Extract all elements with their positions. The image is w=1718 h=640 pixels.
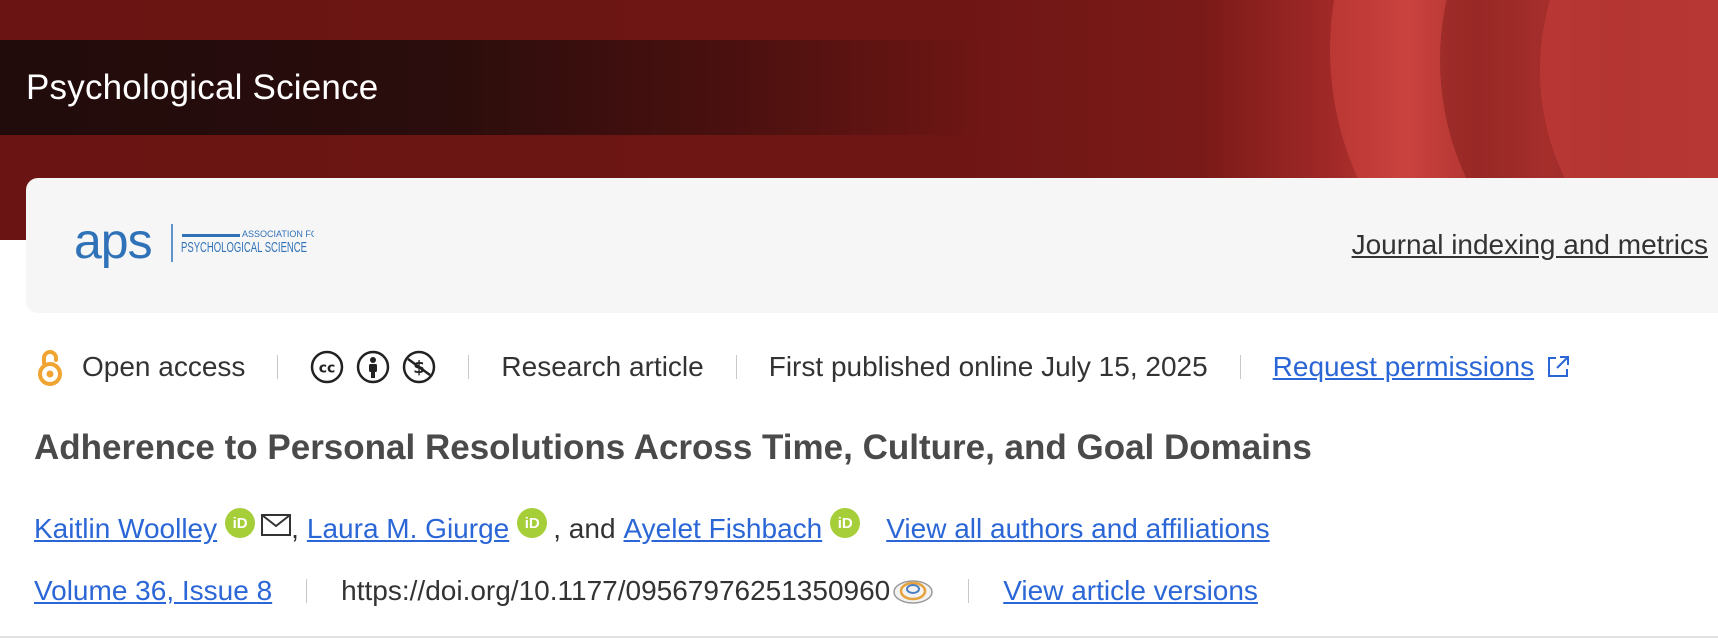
orcid-icon[interactable]: iD (225, 508, 256, 538)
doi-text[interactable]: https://doi.org/10.1177/0956797625135096… (341, 575, 890, 607)
svg-text:aps: aps (74, 218, 152, 268)
svg-text:cc: cc (319, 361, 336, 377)
svg-text:ASSOCIATION FOR: ASSOCIATION FOR (242, 229, 314, 239)
volume-row: Volume 36, Issue 8 https://doi.org/10.11… (34, 575, 1258, 607)
article-meta-row: Open access cc $ Research article First … (36, 345, 1572, 389)
author-separator: , and (553, 513, 616, 544)
author-separator: , (291, 513, 299, 544)
author-link[interactable]: Kaitlin Woolley (34, 513, 217, 545)
article-title: Adherence to Personal Resolutions Across… (34, 428, 1312, 467)
divider (968, 579, 970, 603)
authors-row: Kaitlin Woolley iD , Laura M. Giurge iD … (34, 508, 1270, 545)
divider (277, 355, 279, 379)
orcid-icon[interactable]: iD (517, 508, 548, 538)
open-access-icon (36, 348, 64, 386)
aps-logo[interactable]: aps ASSOCIATION FOR PSYCHOLOGICAL SCIENC… (74, 218, 314, 268)
author-link[interactable]: Ayelet Fishbach (624, 513, 823, 545)
view-article-versions-link[interactable]: View article versions (1003, 575, 1258, 607)
journal-title[interactable]: Psychological Science (26, 68, 378, 108)
journal-indexing-link[interactable]: Journal indexing and metrics (1352, 229, 1708, 261)
orcid-icon[interactable]: iD (830, 508, 861, 538)
open-access-label: Open access (82, 351, 246, 382)
request-permissions-link[interactable]: Request permissions (1273, 351, 1534, 383)
divider (468, 355, 470, 379)
volume-issue-link[interactable]: Volume 36, Issue 8 (34, 575, 272, 607)
author-link[interactable]: Laura M. Giurge (307, 513, 509, 545)
section-divider (0, 636, 1718, 638)
svg-text:PSYCHOLOGICAL SCIENCE: PSYCHOLOGICAL SCIENCE (181, 239, 307, 256)
divider (1239, 355, 1241, 379)
publication-date: First published online July 15, 2025 (768, 351, 1208, 382)
attribution-icon[interactable] (356, 350, 390, 384)
crossmark-icon[interactable] (892, 576, 934, 606)
divider (306, 579, 308, 603)
email-icon[interactable] (261, 514, 292, 536)
external-link-icon[interactable] (1544, 353, 1572, 381)
noncommercial-icon[interactable]: $ (402, 350, 436, 384)
cc-icon[interactable]: cc (310, 350, 344, 384)
view-all-authors-link[interactable]: View all authors and affiliations (886, 513, 1269, 545)
divider (735, 355, 737, 379)
article-type: Research article (501, 351, 704, 382)
